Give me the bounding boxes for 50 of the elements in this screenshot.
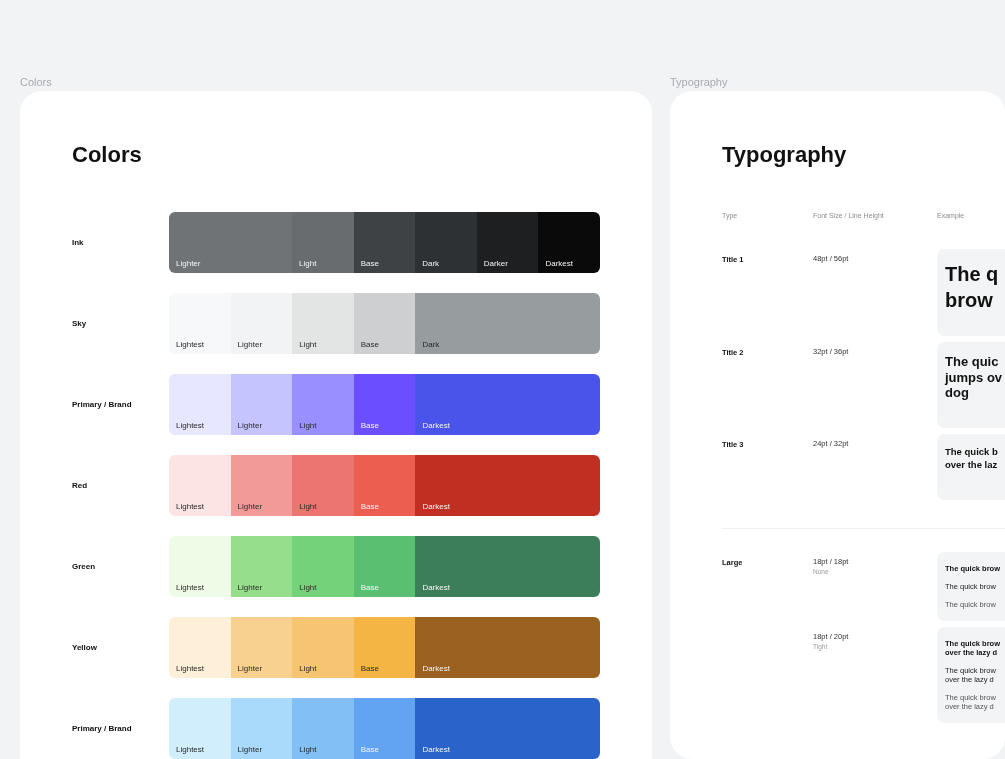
page-title: Colors [72,142,142,168]
swatch-label: Lightest [176,340,205,349]
swatch-label: Light [299,664,317,673]
palette-name: Yellow [72,643,98,652]
swatch-label: Base [360,421,379,430]
frame-label: Typography [670,76,729,88]
palette-name: Green [72,562,97,571]
example-text: The quick b over the laz [945,445,999,471]
swatch-label: Light [299,340,317,349]
swatch-label: Light [299,745,317,754]
swatch-label: Base [360,583,379,592]
swatch-label: Lighter [237,583,263,592]
swatch-label: Lighter [237,664,263,673]
swatch-label: Darkest [545,259,573,268]
swatch-label: Lightest [176,583,205,592]
swatch-label: Lighter [237,502,263,511]
swatch-label: Base [360,340,379,349]
swatch-label: Lightest [176,421,205,430]
example-text: The quic jumps ov dog [945,354,1004,401]
swatch-label: Light [299,583,317,592]
swatch-label: Lightest [176,745,205,754]
palette-name: Primary / Brand [72,724,133,733]
swatch-label: Base [360,502,379,511]
swatch-label: Lightest [176,664,205,673]
swatch-label: Darkest [422,745,450,754]
palette-name: Primary / Brand [72,400,133,409]
swatch-label: Light [299,502,317,511]
swatch-label: Darkest [422,421,450,430]
swatch-label: Base [360,259,379,268]
palette-name: Sky [72,319,88,328]
palette-name: Ink [72,238,85,247]
swatch-label: Dark [422,259,440,268]
swatch-label: Darkest [422,664,450,673]
swatch-label: Lighter [176,259,201,268]
swatch-label: Base [360,745,379,754]
example-text: The q brow [945,262,1000,313]
page-title: Typography [722,142,847,168]
swatch-label: Base [360,664,379,673]
palette-name: Red [72,481,89,490]
swatch-label: Light [299,421,317,430]
swatch-label: Light [299,259,317,268]
swatch-label: Darkest [422,502,450,511]
swatch-label: Lightest [176,502,205,511]
swatch-label: Dark [422,340,440,349]
swatch-label: Lighter [237,340,263,349]
swatch-label: Lighter [237,745,263,754]
frame-label: Colors [20,76,53,88]
swatch-label: Lighter [237,421,263,430]
swatch-label: Darker [483,259,508,268]
swatch-label: Darkest [422,583,450,592]
